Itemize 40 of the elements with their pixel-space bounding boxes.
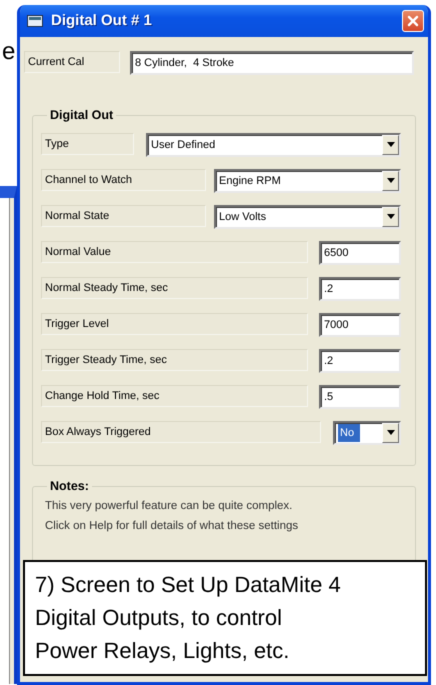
field-label: Type xyxy=(41,132,134,155)
input-field[interactable]: .5 xyxy=(319,384,401,409)
background-text: e xyxy=(1,40,16,64)
field-label: Normal Steady Time, sec xyxy=(41,276,308,299)
notes-text: Click on Help for full details of what these settings xyxy=(45,518,300,534)
group-title: Notes: xyxy=(49,480,90,494)
dropdown-button[interactable] xyxy=(382,422,399,443)
dropdown[interactable]: Engine RPM xyxy=(214,168,401,193)
input-field[interactable]: .2 xyxy=(319,276,401,301)
notes-text: This very powerful feature can be quite complex. xyxy=(45,498,294,514)
field-label: Normal State xyxy=(41,204,206,227)
field-label: Box Always Triggered xyxy=(41,420,321,443)
window-icon xyxy=(27,15,43,27)
field-label: Change Hold Time, sec xyxy=(41,384,308,407)
caret-icon xyxy=(386,430,394,436)
close-icon xyxy=(407,15,419,27)
current-cal-field[interactable]: 8 Cylinder, 4 Stroke xyxy=(130,51,414,75)
caption-text: Digital Outputs, to control xyxy=(35,604,284,632)
dropdown[interactable]: User Defined xyxy=(146,132,401,157)
caret-icon xyxy=(386,214,394,220)
field-label: Channel to Watch xyxy=(41,168,206,191)
caret-icon xyxy=(386,142,394,148)
field-label: Normal Value xyxy=(41,240,308,263)
dropdown-button[interactable] xyxy=(382,206,399,227)
close-button[interactable] xyxy=(402,10,424,32)
group-title: Digital Out xyxy=(49,109,114,123)
caret-icon xyxy=(386,178,394,184)
caption-text: 7) Screen to Set Up DataMite 4 xyxy=(35,571,342,599)
dropdown-button[interactable] xyxy=(382,134,399,155)
window-title: Digital Out # 1 xyxy=(51,10,152,31)
field-label: Current Cal xyxy=(24,51,120,73)
input-field[interactable]: .2 xyxy=(319,348,401,373)
dropdown[interactable]: Low Volts xyxy=(214,204,401,229)
dropdown-button[interactable] xyxy=(382,170,399,191)
input-field[interactable]: 7000 xyxy=(319,312,401,337)
dropdown[interactable]: No xyxy=(333,420,401,445)
caption-text: Power Relays, Lights, etc. xyxy=(35,637,290,665)
input-field[interactable]: 6500 xyxy=(319,240,401,265)
field-label: Trigger Steady Time, sec xyxy=(41,348,308,371)
field-label: Trigger Level xyxy=(41,312,308,335)
